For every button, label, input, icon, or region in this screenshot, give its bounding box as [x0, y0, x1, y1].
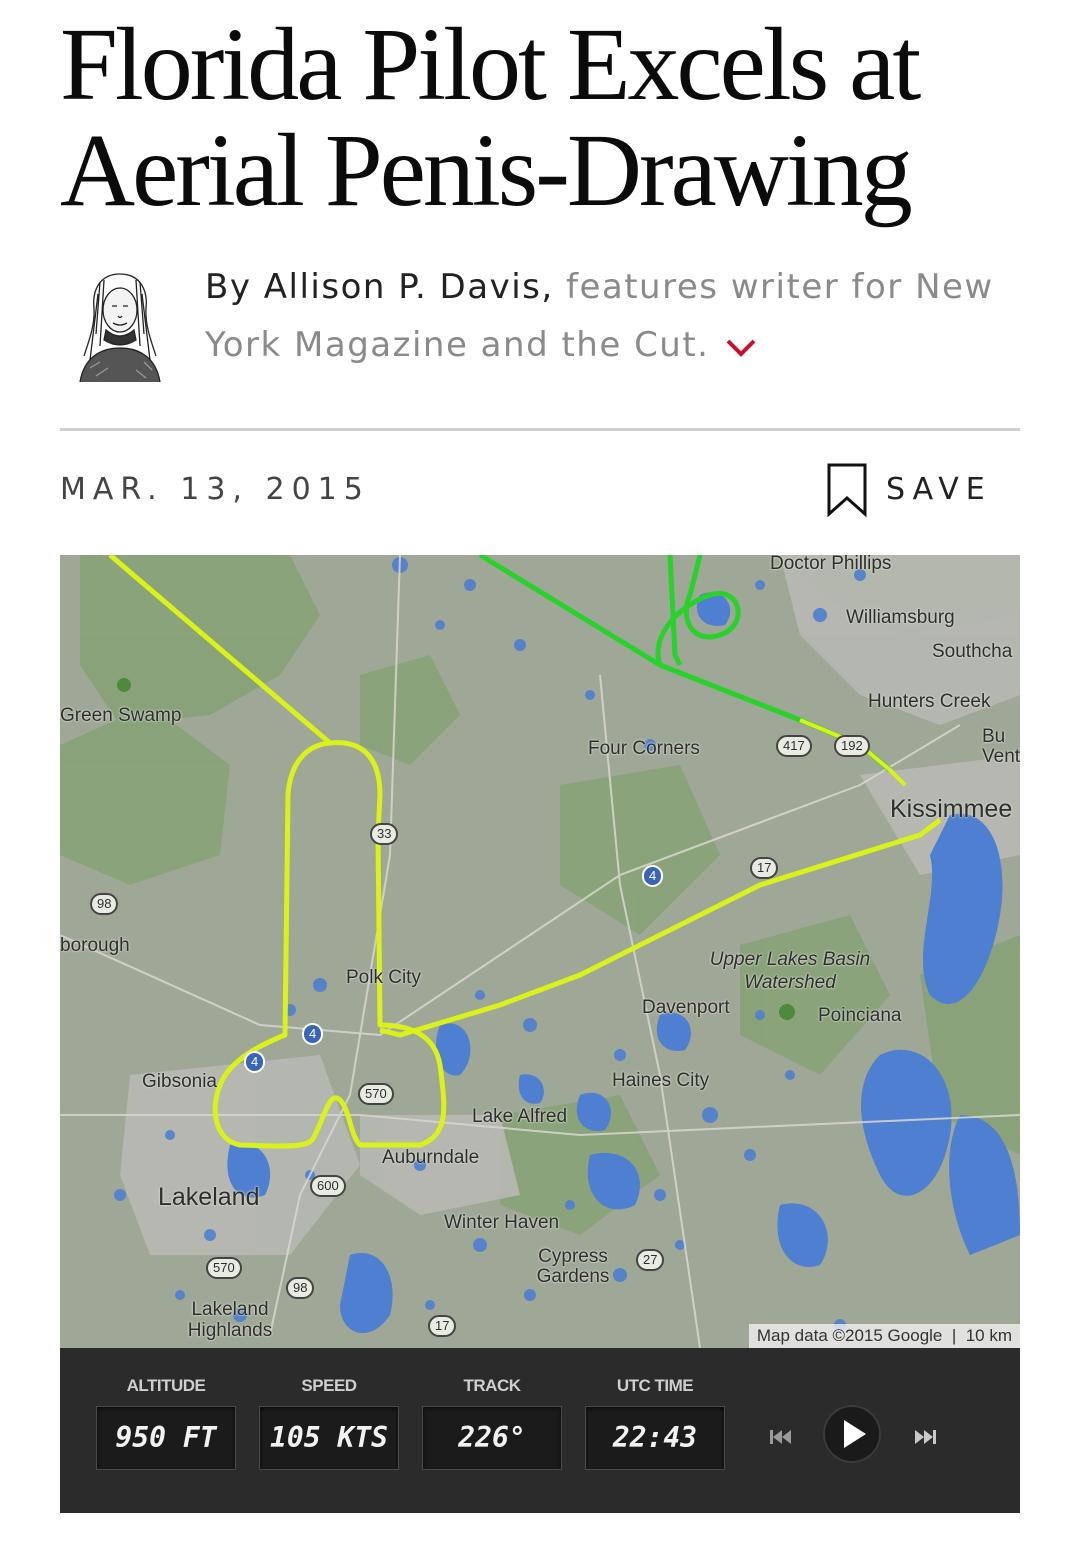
place-label: Cypress Gardens [536, 1246, 610, 1287]
place-label: Polk City [346, 967, 421, 988]
place-label: Auburndale [382, 1147, 480, 1168]
article-headline: Florida Pilot Excels at Aerial Penis-Dra… [60, 12, 1040, 224]
place-label: Winter Haven [444, 1212, 560, 1233]
track-gauge: TRACK 226° [422, 1376, 562, 1470]
altitude-label: ALTITUDE [126, 1376, 206, 1395]
play-icon[interactable] [822, 1404, 882, 1464]
skip-back-icon[interactable] [766, 1422, 796, 1452]
place-label: Gibsonia [142, 1071, 217, 1092]
place-label: Kissimmee [890, 795, 1013, 823]
place-label: Doctor Phillips [770, 555, 892, 574]
place-label: Davenport [642, 997, 730, 1018]
byline: By Allison P. Davis, features writer for… [60, 258, 1020, 388]
flight-map[interactable]: Green Swamp borough Polk City Gibsonia L… [60, 555, 1020, 1348]
chevron-down-icon[interactable] [724, 332, 758, 362]
altitude-gauge: ALTITUDE 950 FT [96, 1376, 236, 1470]
place-label: Four Corners [588, 738, 700, 759]
utc-time-gauge: UTC TIME 22:43 [585, 1376, 725, 1470]
interstate-shield: 4 [642, 865, 664, 887]
route-shield: 33 [370, 823, 399, 845]
park-icon [779, 1004, 795, 1020]
scale-label: 10 km [965, 1326, 1012, 1345]
place-label: Williamsburg [846, 607, 955, 628]
route-shield: 98 [90, 893, 119, 915]
byline-prefix: By [205, 267, 264, 307]
author-name[interactable]: Allison P. Davis, [264, 267, 554, 307]
place-label: Upper Lakes Basin Watershed [709, 949, 871, 993]
route-shield: 570 [206, 1257, 242, 1279]
author-description-1: features writer for New [553, 267, 994, 307]
route-shield: 600 [310, 1175, 346, 1197]
place-label: Southcha [932, 641, 1013, 662]
utc-time-label: UTC TIME [616, 1376, 694, 1395]
place-label: Lakeland Highlands [187, 1299, 273, 1341]
place-label: Haines City [612, 1070, 710, 1091]
interstate-shield: 4 [244, 1051, 266, 1073]
byline-text: By Allison P. Davis, features writer for… [205, 258, 1005, 374]
track-label: TRACK [463, 1376, 522, 1395]
route-shield: 192 [834, 735, 870, 757]
bookmark-icon [827, 463, 867, 518]
altitude-value: 950 FT [96, 1406, 236, 1470]
route-shield: 27 [636, 1249, 665, 1271]
place-label: Bu Ventur [982, 726, 1020, 767]
place-label: Hunters Creek [868, 691, 991, 712]
route-shield: 17 [750, 857, 779, 879]
speed-value: 105 KTS [259, 1406, 399, 1470]
place-label: Lake Alfred [472, 1106, 568, 1127]
author-avatar [79, 273, 161, 382]
save-label: SAVE [886, 472, 992, 507]
place-label: Poinciana [818, 1005, 902, 1026]
author-description-2: York Magazine and the Cut. [205, 325, 710, 365]
place-label: Green Swamp [60, 705, 182, 726]
interstate-shield: 4 [302, 1023, 324, 1045]
headline-line-2: Aerial Penis-Drawing [60, 113, 913, 228]
utc-time-value: 22:43 [585, 1406, 725, 1470]
publish-date: MAR. 13, 2015 [60, 472, 370, 507]
place-label: Lakeland [158, 1183, 260, 1211]
skip-forward-icon[interactable] [910, 1422, 940, 1452]
track-value: 226° [422, 1406, 562, 1470]
map-attribution: Map data ©2015 Google | 10 km [748, 1324, 1020, 1348]
attribution-text: Map data ©2015 Google [756, 1326, 943, 1345]
flight-info-panel: ALTITUDE 950 FT SPEED 105 KTS TRACK 226°… [60, 1348, 1020, 1513]
route-shield: 98 [286, 1277, 315, 1299]
route-shield: 417 [776, 735, 812, 757]
speed-gauge: SPEED 105 KTS [259, 1376, 399, 1470]
route-shield: 17 [428, 1315, 457, 1337]
headline-line-1: Florida Pilot Excels at [60, 7, 921, 122]
divider [60, 428, 1020, 431]
route-shield: 570 [358, 1083, 394, 1105]
speed-label: SPEED [301, 1376, 357, 1395]
park-icon [117, 678, 131, 692]
save-button[interactable]: SAVE [826, 462, 1026, 518]
place-label: borough [60, 935, 130, 956]
